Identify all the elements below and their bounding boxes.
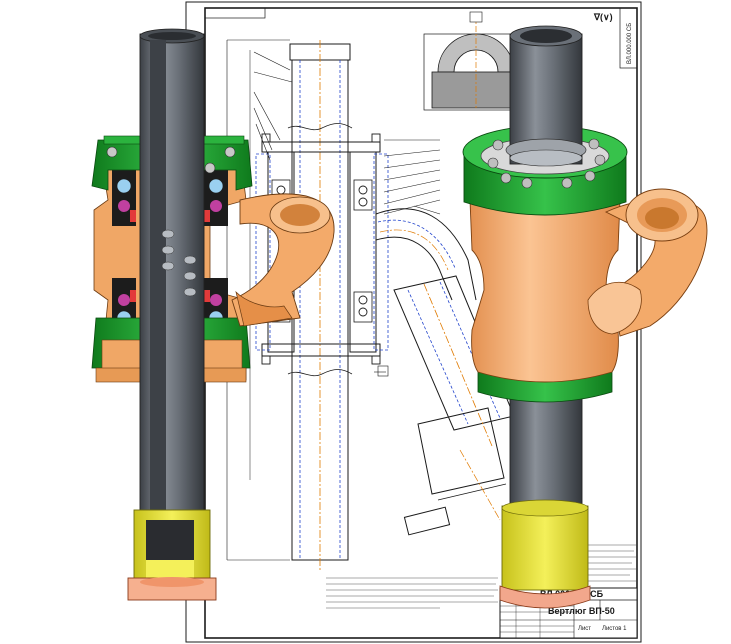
sheets-label: Листов 1 [602, 626, 627, 632]
assembly-drawing-scene: ВЛ.000.000 СБ ∇(∨) СБ Вертлюг ВП-50 Лист… [91, 1, 708, 643]
roughness-mark: ∇(∨) [593, 12, 613, 22]
sheet-label: Лист [578, 626, 591, 632]
corner-designation: ВЛ.000.000 СБ [627, 23, 633, 64]
